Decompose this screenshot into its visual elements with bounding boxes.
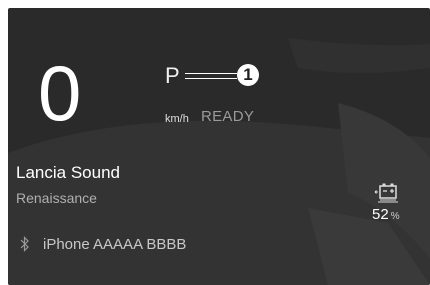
bluetooth-device-name: iPhone AAAAA BBBB: [43, 236, 187, 253]
gear-indicator: P: [165, 63, 180, 88]
speed-unit: km/h: [165, 113, 189, 125]
battery-level-value: 52: [372, 206, 389, 223]
battery-icon: [374, 183, 398, 203]
battery-level-unit: %: [390, 211, 400, 222]
ready-status: READY: [201, 108, 255, 125]
speed-readout: 0: [38, 49, 82, 137]
bluetooth-icon: [20, 236, 29, 252]
instrument-cluster-screen: 0 P 1 km/h READY Lancia Sound Renaissanc…: [8, 8, 430, 285]
callout-line: [185, 73, 237, 79]
callout-marker: 1: [237, 64, 259, 86]
audio-track-name: Renaissance: [16, 190, 97, 206]
audio-source-title: Lancia Sound: [16, 163, 120, 182]
battery-level: 52%: [372, 206, 400, 223]
